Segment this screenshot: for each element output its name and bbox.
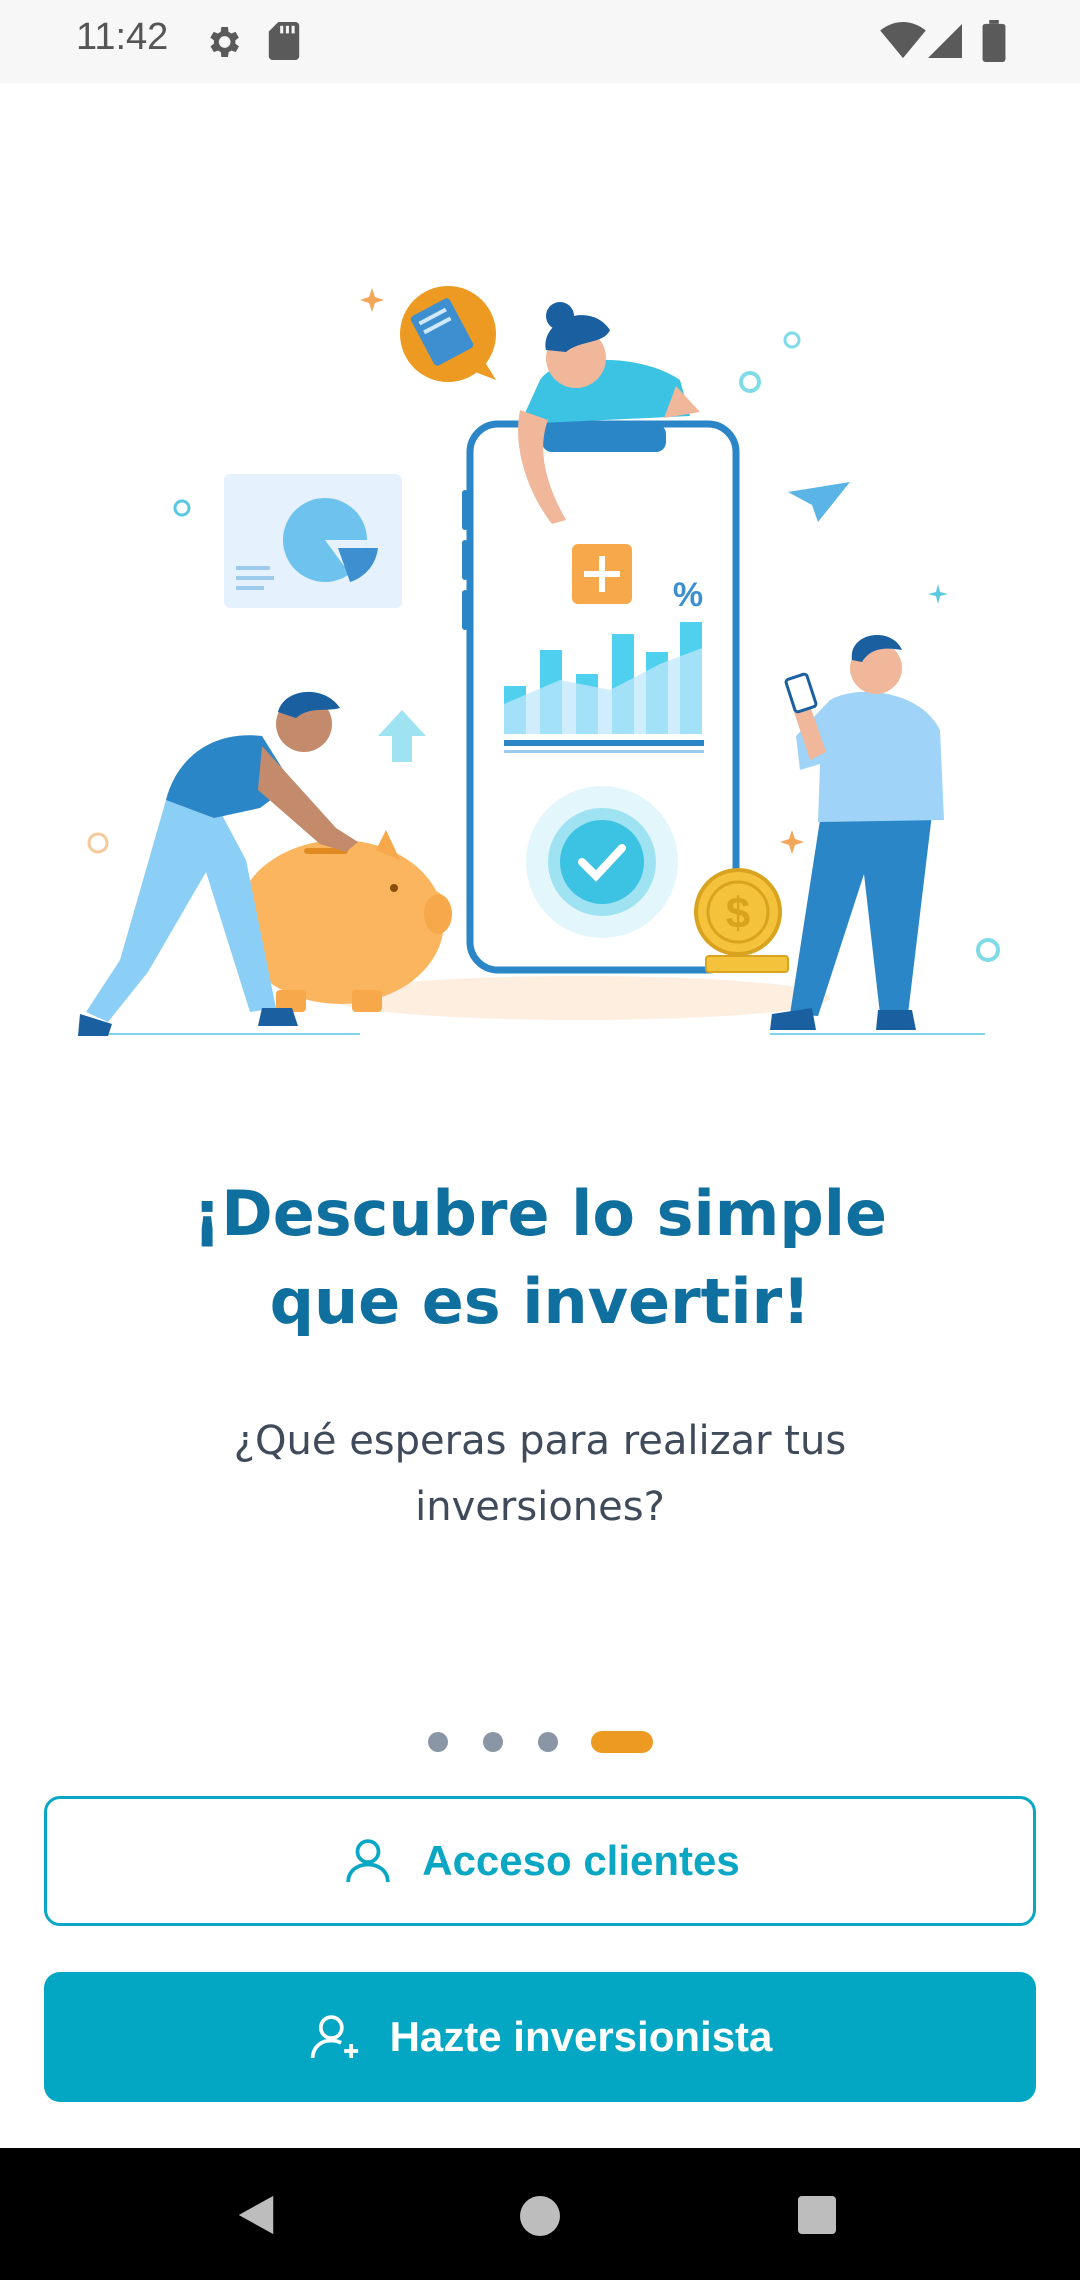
sparkle-icon — [928, 584, 948, 604]
onboarding-subtitle: ¿Qué esperas para realizar tus inversion… — [170, 1408, 910, 1540]
system-nav-bar — [0, 2148, 1080, 2280]
user-icon — [346, 1839, 390, 1883]
coin-illustration: $ — [694, 868, 789, 973]
sparkle-icon — [780, 830, 804, 854]
pie-chart-card — [224, 474, 402, 608]
page-dot-3[interactable] — [538, 1732, 558, 1752]
title-line-1: ¡Descubre lo simple — [192, 1177, 888, 1250]
phone-illustration: % — [462, 420, 740, 974]
gear-icon — [210, 27, 239, 57]
percent-symbol: % — [673, 576, 703, 614]
page-dot-2[interactable] — [483, 1732, 503, 1752]
investment-illustration: % $ — [78, 286, 1000, 1036]
title-line-2: que es invertir! — [269, 1265, 811, 1338]
status-time: 11:42 — [76, 16, 169, 58]
subtitle-line-1: ¿Qué esperas para realizar tus — [233, 1418, 847, 1464]
document-bubble — [400, 286, 496, 382]
deco-circle — [87, 832, 109, 854]
home-icon[interactable] — [520, 2196, 560, 2236]
sparkle-icon — [360, 288, 384, 312]
become-investor-label: Hazte inversionista — [389, 2013, 773, 2060]
recents-icon[interactable] — [798, 2196, 836, 2234]
battery-icon — [982, 20, 1006, 62]
wifi-icon — [880, 22, 926, 59]
sd-card-icon — [268, 22, 300, 60]
deco-circle — [976, 938, 1000, 962]
cell-signal-icon — [928, 24, 962, 58]
man-right-illustration — [770, 635, 944, 1030]
status-bar: 11:42 — [0, 0, 1080, 83]
back-icon[interactable] — [234, 2192, 278, 2238]
deco-circle — [739, 371, 761, 393]
deco-circle — [173, 499, 191, 517]
onboarding-title: ¡Descubre lo simple que es invertir! — [90, 1170, 990, 1346]
subtitle-line-2: inversiones? — [415, 1484, 665, 1530]
dollar-symbol: $ — [726, 889, 750, 938]
page-indicator — [0, 1730, 1080, 1754]
page-dot-4-active[interactable] — [591, 1731, 653, 1753]
paper-plane-icon — [788, 482, 850, 522]
add-user-icon — [310, 2015, 358, 2059]
page-dot-1[interactable] — [428, 1732, 448, 1752]
client-access-label: Acceso clientes — [422, 1837, 740, 1884]
client-access-button[interactable]: Acceso clientes — [44, 1796, 1036, 1926]
deco-circle — [783, 331, 801, 349]
up-arrow-icon — [378, 710, 426, 762]
become-investor-button[interactable]: Hazte inversionista — [44, 1972, 1036, 2102]
